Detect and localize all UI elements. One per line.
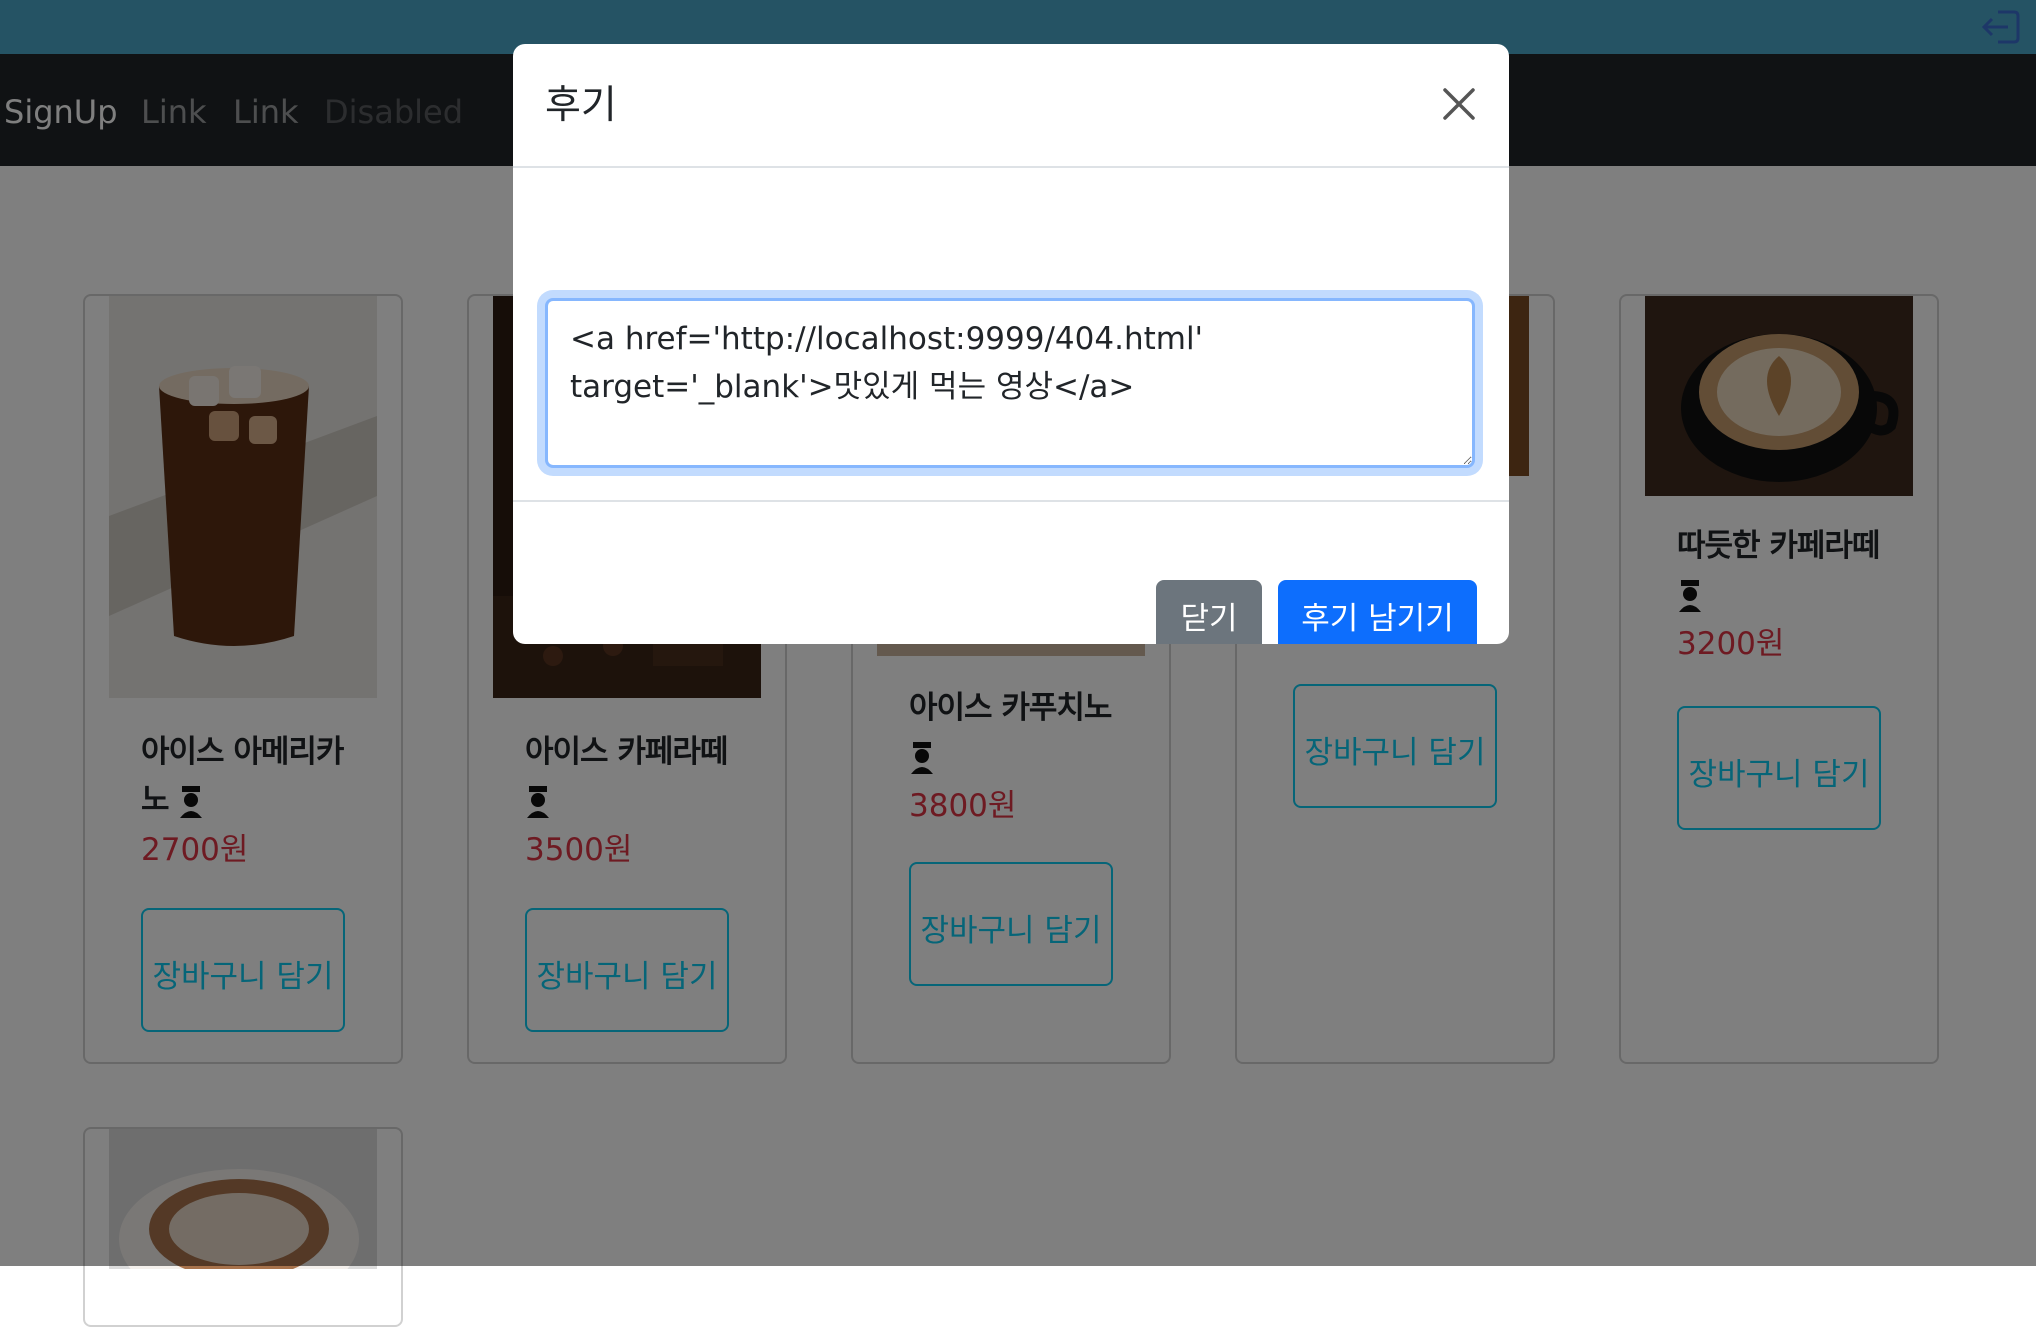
close-icon[interactable] [1435,80,1483,128]
submit-review-button[interactable]: 후기 남기기 [1278,580,1477,644]
review-textarea[interactable]: <a href='http://localhost:9999/404.html'… [545,298,1475,468]
modal-footer: 닫기 후기 남기기 [513,500,1509,644]
modal-title: 후기 [545,83,617,128]
review-modal: 후기 <a href='http://localhost:9999/404.ht… [513,44,1509,644]
modal-header: 후기 [513,44,1509,168]
close-button[interactable]: 닫기 [1156,580,1262,644]
